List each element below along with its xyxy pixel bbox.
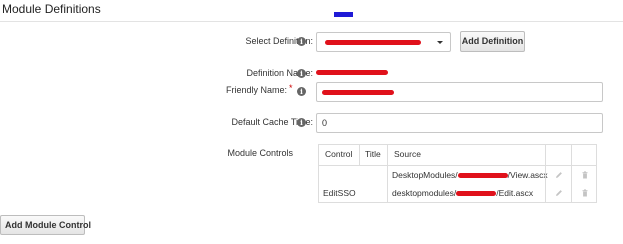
- table-header: Control Title Source: [319, 145, 596, 166]
- table-body: DesktopModules/ /View.ascx EditSSO deskto…: [319, 166, 596, 202]
- source-suffix: /View.ascx: [507, 170, 548, 180]
- info-icon[interactable]: i: [297, 118, 306, 127]
- redacted-value: [322, 90, 394, 95]
- column-divider: [359, 145, 360, 166]
- definition-name-redacted-value: [316, 70, 388, 75]
- section-title: Module Definitions: [2, 2, 101, 16]
- column-divider: [571, 145, 572, 202]
- friendly-name-label: Friendly Name:: [225, 85, 287, 95]
- info-icon[interactable]: i: [297, 87, 306, 96]
- select-definition-dropdown[interactable]: [316, 32, 451, 52]
- trash-icon[interactable]: [581, 171, 589, 179]
- column-header-control: Control: [325, 149, 353, 159]
- chevron-down-icon: [437, 41, 443, 44]
- control-cell: [319, 166, 359, 184]
- header-divider: [0, 21, 623, 22]
- pencil-icon[interactable]: [555, 189, 563, 197]
- column-divider: [387, 145, 388, 202]
- info-icon[interactable]: i: [297, 37, 306, 46]
- accent-mark: [334, 12, 353, 17]
- pencil-icon[interactable]: [555, 171, 563, 179]
- source-suffix: /Edit.ascx: [496, 188, 534, 198]
- source-prefix: DesktopModules/: [392, 170, 458, 180]
- control-cell: EditSSO: [323, 188, 356, 198]
- table-row: DesktopModules/ /View.ascx: [319, 166, 596, 184]
- redacted-segment: [456, 191, 497, 197]
- add-module-control-button[interactable]: Add Module Control: [0, 215, 91, 235]
- column-divider: [545, 145, 546, 202]
- column-header-source: Source: [394, 149, 421, 159]
- default-cache-time-input[interactable]: 0: [316, 113, 603, 133]
- column-header-title: Title: [365, 149, 381, 159]
- title-cell: [359, 184, 387, 202]
- source-prefix: desktopmodules/: [392, 188, 457, 198]
- trash-icon[interactable]: [581, 189, 589, 197]
- info-icon[interactable]: i: [297, 69, 306, 78]
- source-cell: DesktopModules/ /View.ascx: [387, 166, 548, 184]
- module-controls-table: Control Title Source DesktopModules/ /Vie…: [318, 144, 597, 203]
- module-controls-label: Module Controls: [227, 148, 293, 158]
- add-definition-button[interactable]: Add Definition: [460, 31, 525, 52]
- title-cell: [359, 166, 387, 184]
- redacted-segment: [457, 173, 508, 179]
- redacted-value: [325, 40, 421, 45]
- friendly-name-input[interactable]: [316, 82, 603, 102]
- source-cell: desktopmodules/ /Edit.ascx: [387, 184, 547, 202]
- required-star: *: [289, 83, 293, 93]
- table-row: EditSSO desktopmodules/ /Edit.ascx: [319, 184, 596, 202]
